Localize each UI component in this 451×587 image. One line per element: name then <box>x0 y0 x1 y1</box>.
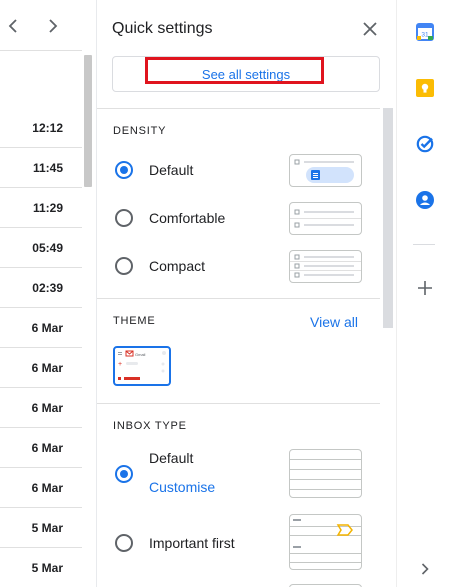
older-page-button[interactable] <box>1 14 25 38</box>
inbox-default-radio[interactable] <box>115 465 133 483</box>
newer-page-button[interactable] <box>41 14 65 38</box>
theme-preview-illustration: Gmail + <box>118 350 166 380</box>
mail-list-scrollbar[interactable] <box>84 55 92 187</box>
tasks-app-button[interactable] <box>415 134 435 154</box>
close-icon <box>363 22 377 36</box>
see-all-settings-button[interactable]: See all settings <box>112 56 380 92</box>
keep-app-button[interactable] <box>415 78 435 98</box>
inbox-important-first-radio[interactable] <box>115 534 133 552</box>
density-comfortable-label: Comfortable <box>149 210 226 226</box>
mail-row[interactable]: 11:45 <box>0 148 82 188</box>
density-compact-radio[interactable] <box>115 257 133 275</box>
mail-time: 5 Mar <box>31 561 63 575</box>
density-compact-illustration <box>290 254 361 278</box>
calendar-icon: 31 <box>416 23 434 41</box>
side-panel-rail: 31 <box>396 0 451 587</box>
section-divider <box>97 298 380 299</box>
rail-divider <box>413 244 435 245</box>
list-header-divider <box>0 50 82 51</box>
density-default-illustration <box>294 159 354 183</box>
inbox-default-label: Default <box>149 450 194 466</box>
mail-list-strip: 12:12 11:45 11:29 05:49 02:39 6 Mar 6 Ma… <box>0 0 82 587</box>
density-default-preview <box>289 154 362 187</box>
theme-default-thumbnail[interactable]: Gmail + <box>113 346 171 386</box>
calendar-app-button[interactable]: 31 <box>415 22 435 42</box>
tasks-icon <box>416 135 434 153</box>
mail-time: 11:45 <box>32 161 63 175</box>
expand-side-panel-button[interactable] <box>415 559 435 579</box>
density-comfortable-preview <box>289 202 362 235</box>
customise-link[interactable]: Customise <box>149 479 215 495</box>
mail-time: 6 Mar <box>31 441 63 455</box>
chevron-left-icon <box>8 19 17 33</box>
inbox-type-heading: INBOX TYPE <box>113 420 187 432</box>
density-comfortable-radio[interactable] <box>115 209 133 227</box>
inbox-important-illustration <box>290 519 361 563</box>
section-divider <box>97 108 380 109</box>
get-addons-button[interactable] <box>415 278 435 298</box>
density-compact-preview <box>289 250 362 283</box>
gmail-quick-settings-view: 12:12 11:45 11:29 05:49 02:39 6 Mar 6 Ma… <box>0 0 451 587</box>
mail-row[interactable]: 05:49 <box>0 228 82 268</box>
contacts-app-button[interactable] <box>415 190 435 210</box>
mail-time: 02:39 <box>32 281 63 295</box>
mail-row[interactable]: 12:12 <box>0 108 82 148</box>
theme-heading: THEME <box>113 315 156 327</box>
add-icon <box>418 281 432 295</box>
panel-title: Quick settings <box>112 20 213 37</box>
mail-time: 6 Mar <box>31 401 63 415</box>
inbox-important-first-preview <box>289 514 362 570</box>
mail-time: 6 Mar <box>31 361 63 375</box>
mail-time: 12:12 <box>32 121 63 135</box>
inbox-default-illustration <box>290 459 361 490</box>
density-default-radio[interactable] <box>115 161 133 179</box>
density-default-label: Default <box>149 162 194 178</box>
panel-scrollbar[interactable] <box>383 108 393 328</box>
mail-time: 6 Mar <box>31 481 63 495</box>
chevron-right-icon <box>421 563 429 575</box>
mail-time: 6 Mar <box>31 321 63 335</box>
mail-time: 05:49 <box>32 241 63 255</box>
mail-time: 5 Mar <box>31 521 63 535</box>
theme-view-all-link[interactable]: View all <box>310 314 358 330</box>
close-button[interactable] <box>359 18 381 40</box>
mail-row[interactable]: 5 Mar <box>0 508 82 548</box>
keep-icon <box>416 79 434 97</box>
chevron-right-icon <box>49 19 58 33</box>
calendar-day-number: 31 <box>421 32 429 39</box>
quick-settings-panel: Quick settings See all settings DENSITY … <box>96 0 395 587</box>
mail-row[interactable]: 6 Mar <box>0 428 82 468</box>
mail-row[interactable]: 6 Mar <box>0 348 82 388</box>
mail-row[interactable]: 6 Mar <box>0 388 82 428</box>
mail-row[interactable]: 5 Mar <box>0 548 82 587</box>
mail-row[interactable]: 02:39 <box>0 268 82 308</box>
density-comfortable-illustration <box>290 209 361 228</box>
mail-row[interactable]: 6 Mar <box>0 468 82 508</box>
theme-thumb-brand: Gmail <box>135 352 146 357</box>
density-heading: DENSITY <box>113 125 167 137</box>
section-divider <box>97 403 380 404</box>
mail-time: 11:29 <box>32 201 63 215</box>
inbox-default-preview <box>289 449 362 498</box>
mail-row[interactable]: 6 Mar <box>0 308 82 348</box>
contacts-icon <box>416 191 434 209</box>
inbox-important-first-label: Important first <box>149 535 235 551</box>
mail-row[interactable]: 11:29 <box>0 188 82 228</box>
density-compact-label: Compact <box>149 258 206 274</box>
svg-text:+: + <box>118 361 122 368</box>
